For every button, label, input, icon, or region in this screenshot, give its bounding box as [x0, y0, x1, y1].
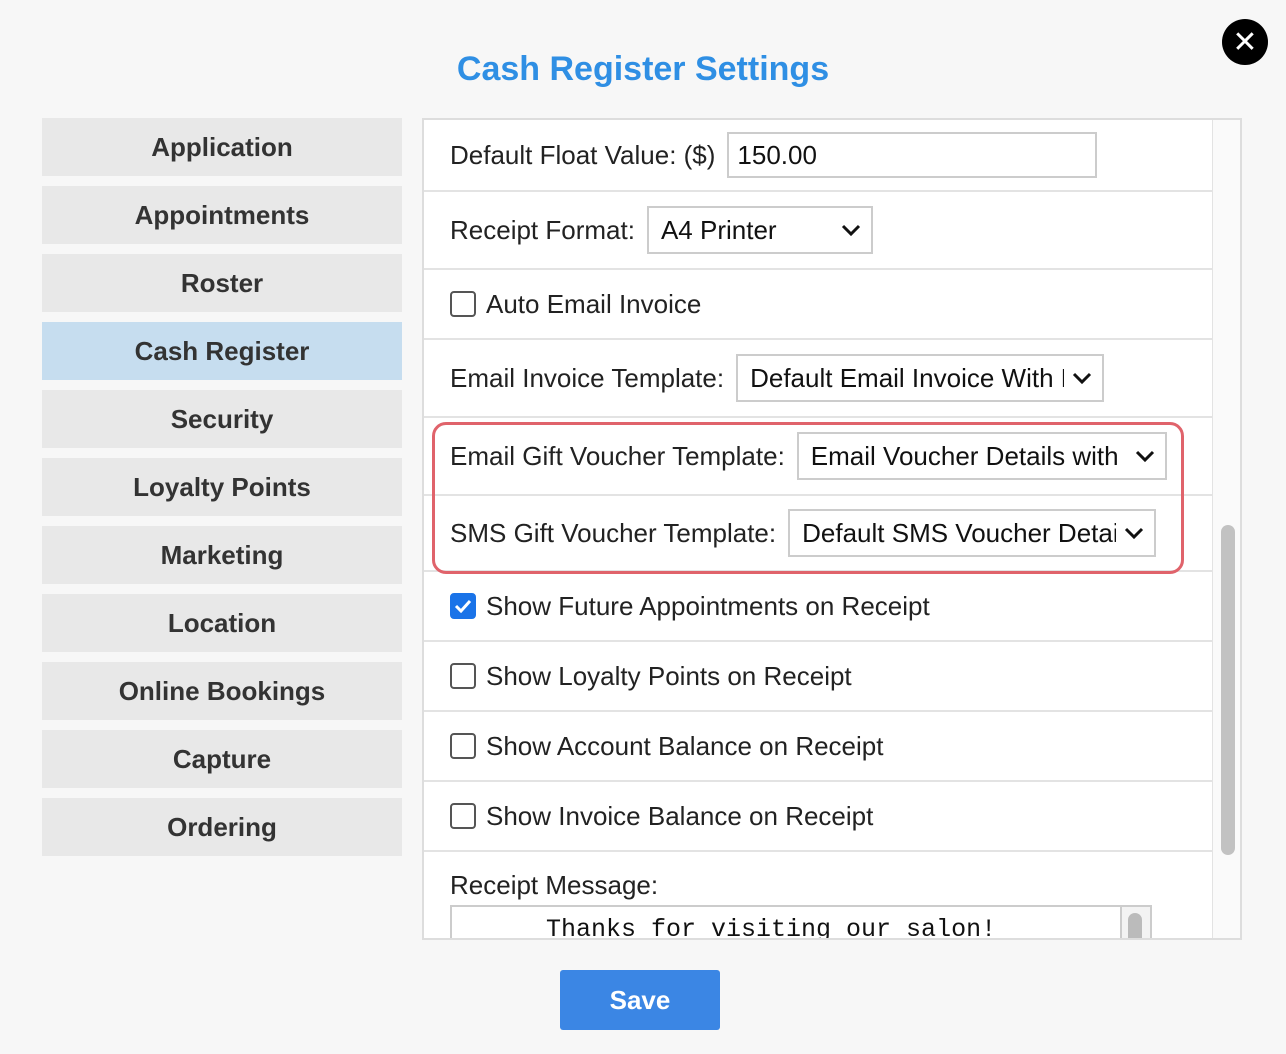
chevron-down-icon: [841, 224, 861, 237]
sms-gift-voucher-template-row: SMS Gift Voucher Template: Default SMS V…: [424, 496, 1212, 572]
show-loyalty-points-row: Show Loyalty Points on Receipt: [424, 642, 1212, 712]
receipt-format-select[interactable]: A4 Printer: [646, 206, 873, 254]
chevron-down-icon: [1125, 527, 1144, 540]
email-gift-voucher-template-select[interactable]: Email Voucher Details with Image: [796, 432, 1167, 480]
show-invoice-balance-checkbox[interactable]: [450, 803, 476, 829]
settings-list: Default Float Value: ($) Receipt Format:…: [424, 120, 1212, 940]
show-invoice-balance-label: Show Invoice Balance on Receipt: [486, 800, 874, 831]
email-invoice-template-select[interactable]: Default Email Invoice With Payments: [736, 354, 1105, 402]
show-account-balance-checkbox[interactable]: [450, 733, 476, 759]
show-future-appointments-label: Show Future Appointments on Receipt: [486, 590, 930, 621]
close-icon: ✕: [1232, 25, 1258, 59]
default-float-label: Default Float Value: ($): [450, 139, 716, 170]
receipt-message-text: Thanks for visiting our salon!: [546, 915, 997, 940]
auto-email-invoice-label: Auto Email Invoice: [486, 288, 702, 319]
sms-gift-voucher-template-select[interactable]: Default SMS Voucher Details: [788, 509, 1157, 557]
dialog-title: Cash Register Settings: [456, 50, 830, 88]
show-account-balance-row: Show Account Balance on Receipt: [424, 712, 1212, 782]
email-gift-voucher-template-value: Email Voucher Details with Image: [810, 440, 1127, 471]
show-loyalty-points-label: Show Loyalty Points on Receipt: [486, 660, 852, 691]
email-invoice-template-row: Email Invoice Template: Default Email In…: [424, 340, 1212, 418]
receipt-format-value: A4 Printer: [660, 214, 777, 245]
auto-email-invoice-checkbox[interactable]: [450, 291, 476, 317]
show-future-appointments-checkbox[interactable]: [450, 593, 476, 619]
sidebar-item-marketing[interactable]: Marketing: [42, 526, 402, 584]
email-gift-voucher-template-label: Email Gift Voucher Template:: [450, 440, 785, 471]
sidebar-item-security[interactable]: Security: [42, 390, 402, 448]
show-account-balance-label: Show Account Balance on Receipt: [486, 730, 884, 761]
save-button[interactable]: Save: [560, 970, 720, 1030]
settings-sidebar: Application Appointments Roster Cash Reg…: [42, 118, 402, 866]
receipt-format-label: Receipt Format:: [450, 214, 635, 245]
sms-gift-voucher-template-label: SMS Gift Voucher Template:: [450, 517, 777, 548]
auto-email-invoice-row: Auto Email Invoice: [424, 270, 1212, 340]
sidebar-item-roster[interactable]: Roster: [42, 254, 402, 312]
receipt-message-textarea[interactable]: Thanks for visiting our salon!: [450, 905, 1152, 940]
panel-scrollbar[interactable]: [1212, 120, 1240, 938]
show-loyalty-points-checkbox[interactable]: [450, 663, 476, 689]
chevron-down-icon: [1135, 450, 1154, 463]
close-button[interactable]: ✕: [1222, 19, 1268, 65]
sidebar-item-ordering[interactable]: Ordering: [42, 798, 402, 856]
panel-scroll-thumb[interactable]: [1221, 525, 1235, 855]
email-invoice-template-label: Email Invoice Template:: [450, 362, 725, 393]
email-invoice-template-value: Default Email Invoice With Payments: [750, 362, 1064, 393]
chevron-down-icon: [1073, 372, 1092, 385]
sms-gift-voucher-template-value: Default SMS Voucher Details: [802, 517, 1117, 548]
receipt-message-scroll-thumb[interactable]: [1128, 913, 1142, 938]
email-gift-voucher-template-row: Email Gift Voucher Template: Email Vouch…: [424, 418, 1212, 496]
sidebar-item-online-bookings[interactable]: Online Bookings: [42, 662, 402, 720]
sidebar-item-application[interactable]: Application: [42, 118, 402, 176]
settings-panel: Default Float Value: ($) Receipt Format:…: [422, 118, 1242, 940]
sidebar-item-location[interactable]: Location: [42, 594, 402, 652]
show-future-appointments-row: Show Future Appointments on Receipt: [424, 572, 1212, 642]
show-invoice-balance-row: Show Invoice Balance on Receipt: [424, 782, 1212, 852]
sidebar-item-appointments[interactable]: Appointments: [42, 186, 402, 244]
default-float-input[interactable]: [727, 132, 1098, 178]
sidebar-item-cash-register[interactable]: Cash Register: [42, 322, 402, 380]
sidebar-item-loyalty-points[interactable]: Loyalty Points: [42, 458, 402, 516]
sidebar-item-capture[interactable]: Capture: [42, 730, 402, 788]
receipt-message-label: Receipt Message:: [450, 870, 659, 900]
receipt-message-row: Receipt Message: Thanks for visiting our…: [424, 852, 1212, 940]
receipt-message-scrollbar[interactable]: [1120, 907, 1150, 938]
checkmark-icon: [454, 599, 472, 613]
receipt-format-row: Receipt Format: A4 Printer: [424, 192, 1212, 270]
default-float-row: Default Float Value: ($): [424, 120, 1212, 192]
